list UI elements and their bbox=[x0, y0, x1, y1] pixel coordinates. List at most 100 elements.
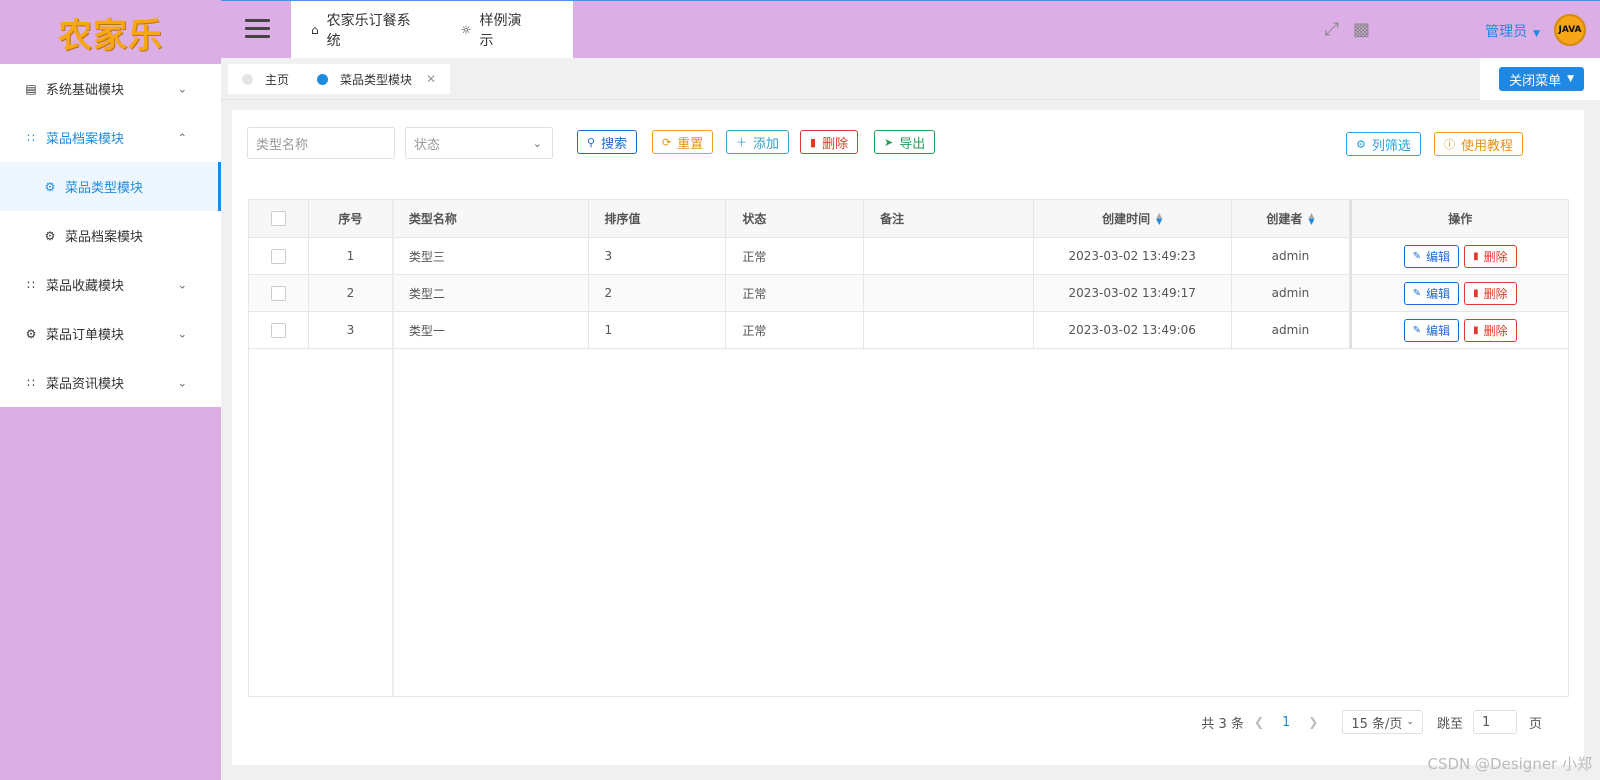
pagination: 共 3 条 ❮ 1 ❯ 15 条/页 ⌄ 跳至 1 页 bbox=[1201, 710, 1542, 734]
sidebar-menu: ▤ 系统基础模块 ⌄ ∷ 菜品档案模块 ⌃ ⚙ 菜品类型模块 ⚙ 菜品档案模块 … bbox=[0, 64, 221, 407]
add-button[interactable]: ＋ 添加 bbox=[726, 130, 790, 154]
row-checkbox[interactable] bbox=[270, 248, 286, 264]
top-nav-home[interactable]: ⌂ 农家乐订餐系统 bbox=[311, 10, 421, 50]
header-creator[interactable]: 创建者 ▲ ▼ bbox=[1232, 200, 1351, 237]
header-created-at-label: 创建时间 bbox=[1102, 212, 1151, 226]
tutorial-label: 使用教程 bbox=[1461, 138, 1514, 154]
top-actions: ⤢ ▩ bbox=[1325, 19, 1370, 40]
hamburger-menu-icon[interactable] bbox=[245, 19, 270, 39]
select-all-checkbox[interactable] bbox=[270, 211, 286, 226]
sidebar-item-system-basic[interactable]: ▤ 系统基础模块 ⌄ bbox=[0, 64, 221, 113]
cell-index: 1 bbox=[309, 238, 393, 274]
tab-home[interactable]: 主页 bbox=[228, 64, 304, 94]
jump-label: 跳至 bbox=[1436, 716, 1463, 732]
logo[interactable]: 农家乐 bbox=[0, 0, 221, 64]
topbar: ⌂ 农家乐订餐系统 ☼ 样例演示 ⤢ ▩ 管理员 ▼ JAVA bbox=[221, 0, 1600, 58]
cell-status: 正常 bbox=[726, 275, 865, 311]
row-checkbox[interactable] bbox=[270, 322, 286, 338]
header-index: 序号 bbox=[309, 200, 393, 237]
close-menu-button[interactable]: 关闭菜单 ▼ bbox=[1499, 67, 1584, 91]
edit-label: 编辑 bbox=[1426, 286, 1451, 301]
tab-dish-type[interactable]: 菜品类型模块 ✕ bbox=[303, 64, 451, 94]
page-size-select[interactable]: 15 条/页 ⌄ bbox=[1342, 710, 1423, 734]
edit-label: 编辑 bbox=[1426, 323, 1451, 338]
search-button[interactable]: ⚲ 搜索 bbox=[577, 130, 638, 154]
sidebar-item-dish-archive[interactable]: ⚙ 菜品档案模块 bbox=[0, 211, 221, 260]
header-created-at[interactable]: 创建时间 ▲ ▼ bbox=[1034, 200, 1232, 237]
edit-button[interactable]: ✎ 编辑 bbox=[1403, 281, 1460, 305]
header-note: 备注 bbox=[864, 200, 1034, 237]
edit-button[interactable]: ✎ 编辑 bbox=[1403, 244, 1460, 268]
next-page-icon[interactable]: ❯ bbox=[1308, 715, 1318, 729]
user-menu[interactable]: 管理员 ▼ bbox=[1485, 21, 1540, 41]
export-button[interactable]: ➤ 导出 bbox=[874, 130, 936, 154]
prev-page-icon[interactable]: ❮ bbox=[1254, 715, 1264, 729]
status-select[interactable]: 状态 ⌄ bbox=[405, 127, 553, 159]
delete-row-button[interactable]: ▮ 删除 bbox=[1464, 281, 1517, 305]
refresh-icon: ⟳ bbox=[662, 135, 672, 149]
send-icon: ➤ bbox=[884, 135, 894, 149]
page-number[interactable]: 1 bbox=[1282, 715, 1290, 730]
lock-icon[interactable]: ▩ bbox=[1353, 19, 1370, 40]
header-ops: 操作 bbox=[1350, 200, 1568, 237]
close-menu-wrap: 关闭菜单 ▼ bbox=[1480, 58, 1600, 100]
caret-down-icon: ▼ bbox=[1533, 29, 1540, 39]
sidebar-item-dish-type[interactable]: ⚙ 菜品类型模块 bbox=[0, 162, 221, 211]
type-name-input[interactable]: 类型名称 bbox=[247, 127, 395, 159]
delete-row-button[interactable]: ▮ 删除 bbox=[1464, 244, 1517, 268]
question-icon: ⓘ bbox=[1444, 138, 1455, 151]
chevron-down-icon: ⌄ bbox=[177, 278, 187, 291]
trash-icon: ▮ bbox=[1473, 287, 1479, 299]
plus-icon: ＋ bbox=[736, 136, 747, 149]
cell-sort: 2 bbox=[589, 275, 727, 311]
sidebar-item-dish-favorite[interactable]: ∷ 菜品收藏模块 ⌄ bbox=[0, 260, 221, 309]
chevron-down-icon: ⌄ bbox=[532, 136, 542, 150]
watermark: CSDN @Designer 小郑 bbox=[1427, 755, 1593, 773]
chevron-down-icon: ⌄ bbox=[177, 82, 187, 95]
sort-icon[interactable]: ▲ ▼ bbox=[1308, 211, 1314, 225]
avatar-text: JAVA bbox=[1558, 25, 1582, 35]
reset-button[interactable]: ⟳ 重置 bbox=[652, 130, 714, 154]
chevron-down-icon: ⌄ bbox=[1406, 717, 1414, 727]
fixed-column-shadow bbox=[392, 200, 394, 696]
sidebar-item-dish-order[interactable]: ⚙ 菜品订单模块 ⌄ bbox=[0, 309, 221, 358]
fullscreen-icon[interactable]: ⤢ bbox=[1325, 19, 1339, 40]
gear-icon: ⚙ bbox=[1356, 137, 1366, 151]
delete-button[interactable]: ▮ 删除 bbox=[800, 130, 859, 154]
jump-input[interactable]: 1 bbox=[1472, 710, 1517, 734]
delete-row-button[interactable]: ▮ 删除 bbox=[1464, 318, 1517, 342]
column-filter-button[interactable]: ⚙ 列筛选 bbox=[1346, 132, 1421, 156]
grid-icon: ∷ bbox=[27, 130, 35, 145]
chevron-down-icon: ⌄ bbox=[177, 327, 187, 340]
cell-created-at: 2023-03-02 13:49:17 bbox=[1034, 275, 1232, 311]
edit-button[interactable]: ✎ 编辑 bbox=[1403, 318, 1460, 342]
sidebar-item-dish-archive-group[interactable]: ∷ 菜品档案模块 ⌃ bbox=[0, 113, 221, 162]
delete-label: 删除 bbox=[1483, 323, 1508, 338]
sidebar-item-label: 系统基础模块 bbox=[46, 83, 125, 98]
main-card: 类型名称 状态 ⌄ ⚲ 搜索 ⟳ 重置 ＋ 添加 ▮ 删除 ➤ 导出 ⚙ 列筛选 ⓘ 使用教程… bbox=[232, 110, 1584, 765]
cell-name: 类型二 bbox=[393, 275, 589, 311]
sort-icon[interactable]: ▲ ▼ bbox=[1156, 211, 1162, 225]
header-creator-label: 创建者 bbox=[1266, 212, 1303, 226]
reset-label: 重置 bbox=[677, 136, 704, 152]
cell-sort: 1 bbox=[589, 312, 727, 348]
avatar[interactable]: JAVA bbox=[1554, 14, 1586, 46]
gear-icon: ⚙ bbox=[44, 179, 56, 194]
sidebar-item-dish-news[interactable]: ∷ 菜品资讯模块 ⌄ bbox=[0, 358, 221, 407]
row-checkbox[interactable] bbox=[270, 285, 286, 301]
data-table: 序号 类型名称 排序值 状态 备注 创建时间 ▲ ▼ 创建者 ▲ ▼ 操作 1 类型三 … bbox=[248, 199, 1569, 697]
edit-label: 编辑 bbox=[1426, 249, 1451, 264]
pagination-total: 共 3 条 bbox=[1201, 716, 1244, 732]
cell-ops: ✎ 编辑 ▮ 删除 bbox=[1350, 312, 1568, 348]
cell-ops: ✎ 编辑 ▮ 删除 bbox=[1350, 275, 1568, 311]
close-icon[interactable]: ✕ bbox=[426, 72, 436, 86]
user-name: 管理员 bbox=[1485, 24, 1528, 40]
cell-creator: admin bbox=[1232, 275, 1351, 311]
top-nav-demo[interactable]: ☼ 样例演示 bbox=[461, 10, 533, 50]
bulb-icon: ☼ bbox=[460, 22, 472, 37]
tabs-bar: 主页 菜品类型模块 ✕ 关闭菜单 ▼ bbox=[221, 58, 1600, 100]
tab-dot-icon bbox=[242, 73, 253, 85]
header-sort: 排序值 bbox=[589, 200, 727, 237]
delete-label: 删除 bbox=[1483, 249, 1508, 264]
tutorial-button[interactable]: ⓘ 使用教程 bbox=[1434, 132, 1524, 156]
